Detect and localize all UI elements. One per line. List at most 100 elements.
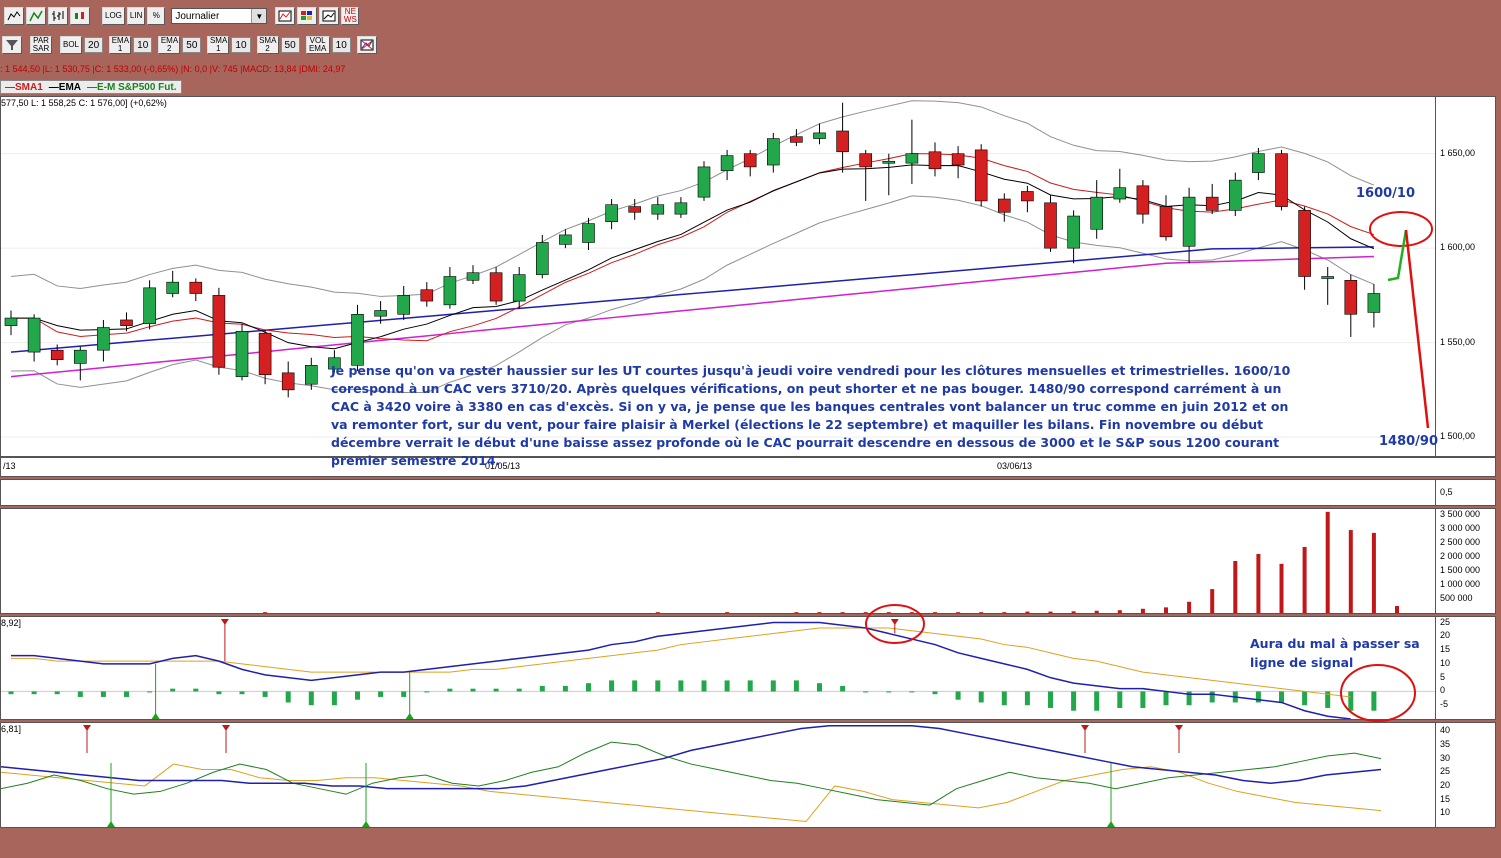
- volume-bar: [655, 612, 660, 613]
- macd-histogram-bar: [793, 680, 799, 692]
- candle-body: [674, 202, 688, 215]
- legend-sma1: —SMA1: [5, 81, 43, 93]
- macd-histogram-bar: [1001, 691, 1007, 706]
- percent-button[interactable]: %: [147, 7, 166, 25]
- y-tick-label: 25: [1440, 616, 1451, 627]
- macd-chart: [1, 619, 1435, 719]
- macd-histogram-bar: [1048, 691, 1053, 708]
- macd-histogram-bar: [678, 680, 684, 692]
- volume-bar: [1140, 608, 1145, 613]
- candle-body: [628, 206, 642, 213]
- volume-bar: [863, 612, 868, 613]
- dmi-panel[interactable]: 6,81]: [0, 722, 1436, 828]
- macd-histogram-bar: [1094, 691, 1100, 711]
- period-value: Journalier: [175, 10, 220, 22]
- candle-body: [443, 276, 457, 306]
- y-tick-label: 1 550,00: [1440, 336, 1476, 347]
- indicator-settings-button[interactable]: [356, 36, 377, 54]
- price-axis: 1 650,00 1 600,00 1 550,00 1 500,00: [1436, 96, 1496, 457]
- ohlc-info-bar: : 1 544,50 |L: 1 530,75 |C: 1 533,00 (-0…: [0, 64, 346, 74]
- macd-histogram-bar: [886, 691, 892, 693]
- macd-histogram-bar: [1348, 691, 1354, 711]
- macd-annotation: Aura du mal à passer sa ligne de signal: [1250, 636, 1420, 670]
- candle-body: [27, 317, 41, 353]
- draw-button[interactable]: [319, 7, 340, 25]
- bol-button[interactable]: BOL: [60, 36, 83, 54]
- volume-bar: [1256, 553, 1261, 613]
- macd-histogram-bar: [909, 691, 915, 693]
- ohlc-chart-button[interactable]: [48, 7, 68, 25]
- y-tick-label: 20: [1440, 779, 1451, 790]
- bol-period-field[interactable]: 20: [84, 37, 104, 53]
- par-sar-button[interactable]: PAR SAR: [30, 36, 52, 54]
- candle-body: [766, 138, 780, 166]
- vol-ema-button[interactable]: VOL EMA: [305, 36, 330, 54]
- sma2-button[interactable]: SMA 2: [256, 36, 279, 54]
- ema1-button[interactable]: EMA 1: [109, 36, 132, 54]
- line-chart-icon: [7, 11, 21, 21]
- color-button[interactable]: [297, 7, 318, 25]
- sell-arrow-icon: [1175, 725, 1183, 731]
- candle-body: [4, 317, 18, 326]
- legend-em: —E-M S&P500 Fut.: [87, 81, 177, 93]
- volume-bar: [1348, 530, 1353, 613]
- news-button[interactable]: NE WS: [341, 7, 360, 25]
- macd-histogram-bar: [632, 680, 638, 692]
- filter-button[interactable]: [2, 36, 22, 54]
- ema2-button[interactable]: EMA 2: [158, 36, 181, 54]
- y-tick-label: 0: [1440, 685, 1446, 696]
- volume-bar: [886, 612, 891, 613]
- log-button[interactable]: LOG: [102, 7, 125, 25]
- compare-button[interactable]: [275, 7, 296, 25]
- buy-arrow-icon: [362, 821, 370, 827]
- macd-histogram-bar: [331, 691, 337, 706]
- candle-body: [813, 132, 826, 139]
- candle-body: [836, 130, 849, 153]
- candle-body: [97, 327, 110, 351]
- y-tick-label: 35: [1440, 738, 1451, 749]
- sell-arrow-icon: [890, 619, 899, 625]
- macd-histogram-bar: [262, 691, 268, 697]
- candle-chart-button[interactable]: [70, 7, 90, 25]
- candle-body: [374, 310, 387, 317]
- volume-axis: 3 500 000 3 000 000 2 500 000 2 000 000 1 50…: [1436, 508, 1496, 614]
- macd-histogram-bar: [978, 691, 984, 703]
- vol-ema-period-field[interactable]: 10: [331, 37, 351, 53]
- volume-bar: [1002, 612, 1007, 613]
- macd-histogram-bar: [355, 691, 360, 700]
- candle-body: [1136, 185, 1150, 215]
- buy-arrow-icon: [405, 713, 414, 719]
- sma2-period-field[interactable]: 50: [280, 37, 300, 53]
- candle-body: [951, 153, 965, 166]
- candle-body: [304, 365, 318, 385]
- sma1-button[interactable]: SMA 1: [207, 36, 230, 54]
- y-tick-label: 20: [1440, 630, 1451, 641]
- volume-bar: [1210, 589, 1215, 613]
- sma1-period-field[interactable]: 10: [231, 37, 251, 53]
- candle-body: [905, 153, 919, 164]
- ema1-period-field[interactable]: 10: [133, 37, 153, 53]
- date-label: /13: [3, 461, 16, 471]
- ema2-period-field[interactable]: 50: [182, 37, 202, 53]
- y-tick-label: 3 500 000: [1440, 508, 1481, 519]
- macd-histogram-bar: [1209, 691, 1215, 703]
- y-tick-label: 1 000 000: [1440, 578, 1481, 589]
- macd-histogram-bar: [1279, 691, 1284, 703]
- candle-body: [120, 319, 133, 326]
- bar-chart-button[interactable]: [26, 7, 46, 25]
- macd-histogram-bar: [1371, 691, 1377, 711]
- analysis-annotation: Je pense qu'on va rester haussier sur le…: [331, 363, 1291, 468]
- line-chart-button[interactable]: [4, 7, 24, 25]
- macd-histogram-bar: [562, 685, 568, 692]
- candle-body: [743, 153, 757, 168]
- candle-body: [559, 234, 572, 245]
- macd-line: [11, 621, 1351, 719]
- volume-panel[interactable]: [0, 508, 1436, 614]
- macd-panel[interactable]: 8,92]: [0, 616, 1436, 720]
- candle-body: [790, 136, 803, 143]
- ohlc-icon: [52, 11, 64, 21]
- y-tick-label: 10: [1440, 807, 1451, 818]
- period-select[interactable]: Journalier ▼: [171, 8, 268, 24]
- lin-button[interactable]: LIN: [126, 7, 146, 25]
- volume-bar: [1164, 607, 1168, 613]
